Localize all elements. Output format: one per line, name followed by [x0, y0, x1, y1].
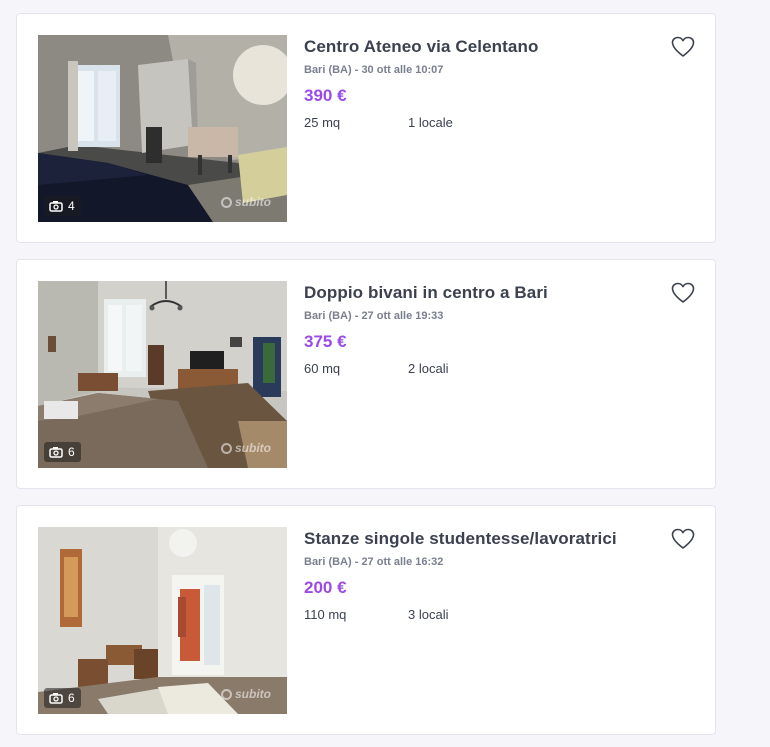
camera-icon	[49, 447, 63, 458]
photo-count-value: 6	[68, 691, 75, 705]
listing-location-date: Bari (BA) - 27 ott alle 19:33	[304, 310, 444, 322]
subito-watermark: subito	[221, 687, 271, 701]
heart-outline-icon	[671, 282, 695, 303]
favorite-button[interactable]	[671, 282, 695, 304]
listing-location-date: Bari (BA) - 27 ott alle 16:32	[304, 556, 444, 568]
photo-count-badge: 6	[44, 688, 81, 708]
room-photo-image	[38, 281, 287, 468]
listing-price: 375 €	[304, 332, 347, 351]
subito-watermark: subito	[221, 195, 271, 209]
listing-title[interactable]: Doppio bivani in centro a Bari	[304, 283, 548, 303]
subito-logo-icon	[221, 688, 232, 700]
listing-card[interactable]: 6 subito Doppio bivani in centro a Bari …	[16, 259, 716, 489]
listing-photo[interactable]: 4 subito	[38, 35, 287, 222]
favorite-button[interactable]	[671, 36, 695, 58]
subito-watermark: subito	[221, 441, 271, 455]
listing-price: 390 €	[304, 86, 347, 105]
listing-size: 110 mq	[304, 607, 347, 622]
camera-icon	[49, 693, 63, 704]
listing-card[interactable]: 4 subito Centro Ateneo via Celentano Bar…	[16, 13, 716, 243]
listing-photo[interactable]: 6 subito	[38, 527, 287, 714]
photo-count-badge: 4	[44, 196, 81, 216]
room-photo-image	[38, 527, 287, 714]
heart-outline-icon	[671, 528, 695, 549]
room-photo-image	[38, 35, 287, 222]
listing-title[interactable]: Stanze singole studentesse/lavoratrici	[304, 529, 617, 549]
heart-outline-icon	[671, 36, 695, 57]
listing-card[interactable]: 6 subito Stanze singole studentesse/lavo…	[16, 505, 716, 735]
photo-count-badge: 6	[44, 442, 81, 462]
listing-size: 25 mq	[304, 115, 341, 130]
listing-rooms: 3 locali	[408, 607, 449, 622]
subito-logo-icon	[221, 196, 232, 208]
subito-logo-icon	[221, 442, 232, 454]
photo-count-value: 6	[68, 445, 75, 459]
listing-location-date: Bari (BA) - 30 ott alle 10:07	[304, 64, 444, 76]
favorite-button[interactable]	[671, 528, 695, 550]
listing-size: 60 mq	[304, 361, 341, 376]
listing-title[interactable]: Centro Ateneo via Celentano	[304, 37, 538, 57]
listing-rooms: 1 locale	[408, 115, 453, 130]
listing-rooms: 2 locali	[408, 361, 449, 376]
camera-icon	[49, 201, 63, 212]
listing-photo[interactable]: 6 subito	[38, 281, 287, 468]
listing-price: 200 €	[304, 578, 347, 597]
photo-count-value: 4	[68, 199, 75, 213]
